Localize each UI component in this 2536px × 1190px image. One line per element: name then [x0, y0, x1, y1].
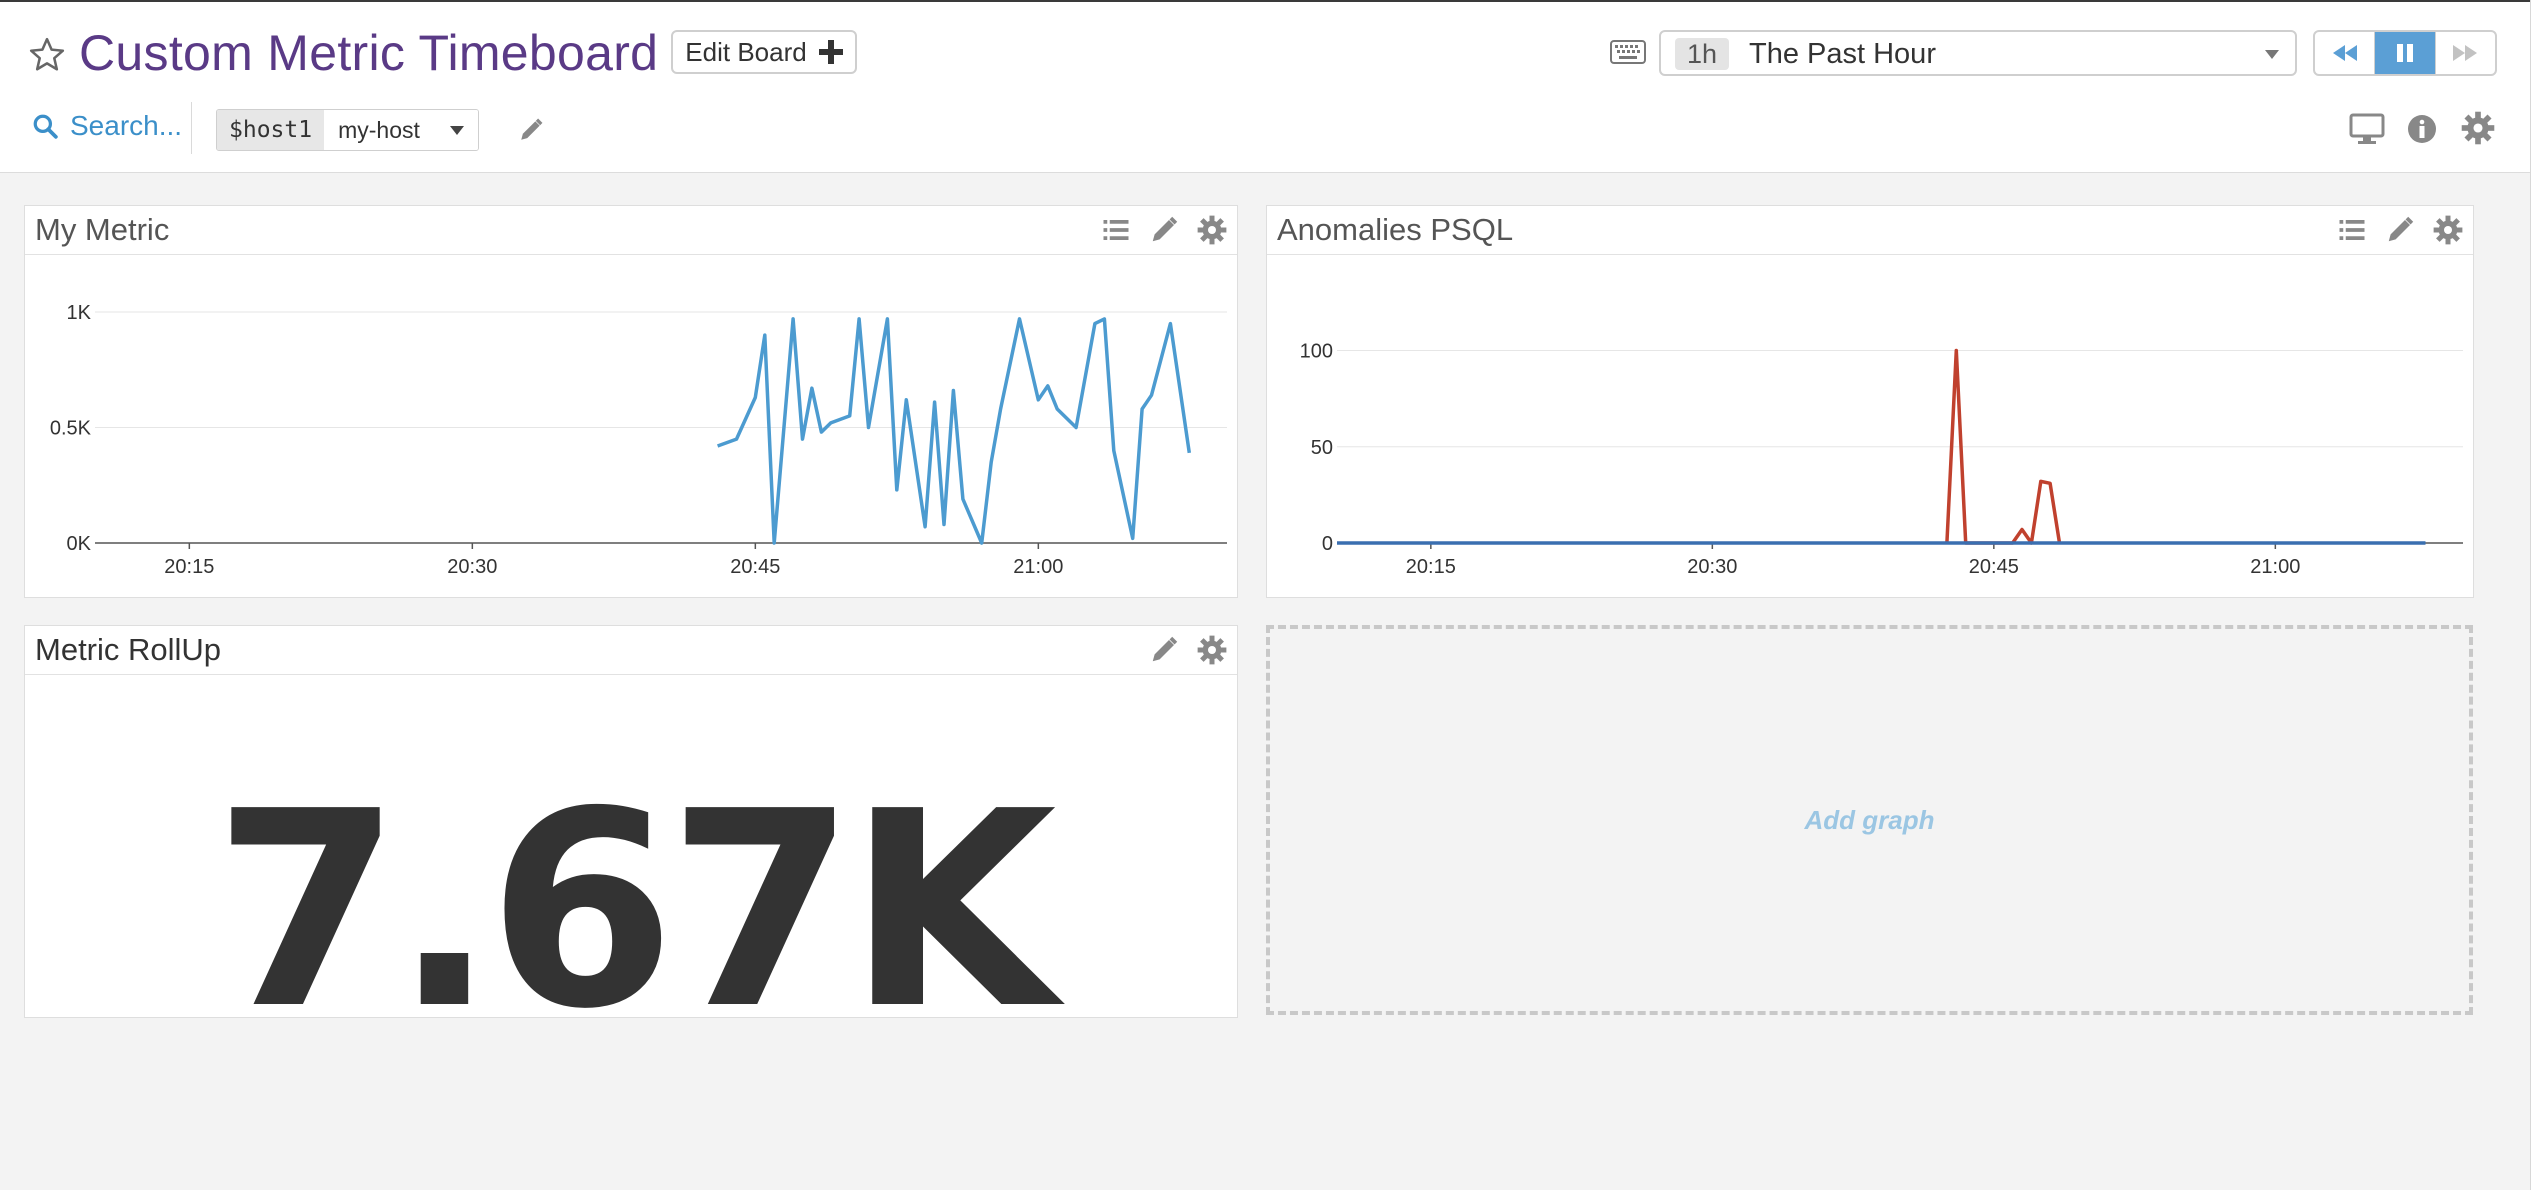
gear-icon[interactable] [1197, 215, 1227, 245]
pencil-icon[interactable] [1149, 215, 1179, 245]
template-variable[interactable]: $host1 my-host [216, 109, 479, 151]
search-icon [33, 114, 58, 139]
widget-title: Anomalies PSQL [1277, 212, 1514, 247]
gear-icon[interactable] [1197, 635, 1227, 665]
template-variable-value: my-host [338, 117, 420, 143]
toolbar-divider [191, 102, 192, 154]
widget-header: Metric RollUp [25, 626, 1237, 675]
keyboard-icon[interactable] [1610, 40, 1646, 64]
query-value: 7.67K [213, 753, 1056, 1068]
gear-icon[interactable] [2433, 215, 2463, 245]
template-variable-name: $host1 [217, 110, 325, 150]
star-icon[interactable] [28, 36, 66, 74]
time-range-select[interactable]: 1h The Past Hour [1659, 30, 2297, 76]
widget-header: My Metric [25, 206, 1237, 255]
list-icon[interactable] [2337, 215, 2367, 245]
x-tick-label: 20:45 [1969, 556, 2019, 578]
search-button[interactable]: Search... [32, 110, 182, 142]
widget-anomalies-psql: Anomalies PSQL 0 50 100 20:15 20:30 20:45 21:0… [1266, 205, 2474, 598]
anomalies-psql-chart: 0 50 100 20:15 20:30 20:45 21:00 [1300, 341, 2463, 578]
pause-button[interactable] [2375, 32, 2436, 74]
my-metric-chart: 0K 0.5K 1K 20:15 20:30 20:45 21:00 [50, 302, 1227, 578]
rewind-button[interactable] [2315, 32, 2376, 74]
x-tick-label: 20:15 [164, 556, 214, 578]
edit-board-button[interactable]: Edit Board [671, 30, 857, 74]
x-tick-label: 20:30 [447, 556, 497, 578]
template-variable-select[interactable]: my-host [324, 110, 478, 150]
series-line [716, 317, 1192, 545]
x-tick-label: 21:00 [1013, 556, 1063, 578]
gear-icon[interactable] [2461, 111, 2495, 145]
x-tick-label: 20:30 [1687, 556, 1737, 578]
widget-toolbar [1149, 635, 1227, 665]
edit-board-label: Edit Board [685, 36, 807, 67]
x-tick-label: 20:15 [1406, 556, 1456, 578]
widget-header: Anomalies PSQL [1267, 206, 2473, 255]
add-graph-placeholder[interactable]: Add graph [1266, 625, 2473, 1015]
widget-metric-rollup: Metric RollUp 7.67K [24, 625, 1238, 1046]
y-tick-label: 0 [1322, 533, 1333, 555]
top-bar: Custom Metric Timeboard Edit Board 1h Th… [0, 0, 2530, 173]
info-icon[interactable] [2406, 113, 2438, 145]
fast-forward-icon [2453, 45, 2478, 61]
pencil-icon[interactable] [1149, 635, 1179, 665]
pencil-icon[interactable] [518, 117, 544, 143]
tv-mode-icon[interactable] [2349, 113, 2385, 145]
chevron-down-icon [2265, 50, 2279, 59]
y-tick-label: 0K [67, 533, 92, 555]
x-tick-label: 20:45 [730, 556, 780, 578]
plus-icon [818, 40, 843, 64]
window-edge [2530, 0, 2536, 1190]
y-tick-label: 1K [67, 302, 92, 324]
playback-controls [2313, 30, 2497, 76]
time-range-badge: 1h [1675, 38, 1730, 70]
widget-title: Metric RollUp [35, 632, 222, 667]
rewind-icon [2332, 45, 2357, 61]
y-tick-label: 50 [1311, 437, 1333, 459]
time-range-label: The Past Hour [1749, 38, 1936, 70]
widget-my-metric: My Metric 0K 0.5K 1K 20:15 20:30 20:45 21:00 [24, 205, 1238, 598]
y-tick-label: 100 [1300, 341, 1333, 363]
list-icon[interactable] [1101, 215, 1131, 245]
y-tick-label: 0.5K [50, 418, 92, 440]
chevron-down-icon [449, 125, 464, 135]
widget-toolbar [2337, 215, 2463, 245]
page-title: Custom Metric Timeboard [79, 25, 659, 81]
x-tick-label: 21:00 [2250, 556, 2300, 578]
widget-toolbar [1101, 215, 1227, 245]
fast-forward-button[interactable] [2436, 32, 2495, 74]
widget-title: My Metric [35, 212, 170, 247]
search-label: Search... [70, 110, 183, 141]
add-graph-label: Add graph [1804, 804, 1935, 835]
pencil-icon[interactable] [2385, 215, 2415, 245]
pause-icon [2396, 44, 2413, 62]
